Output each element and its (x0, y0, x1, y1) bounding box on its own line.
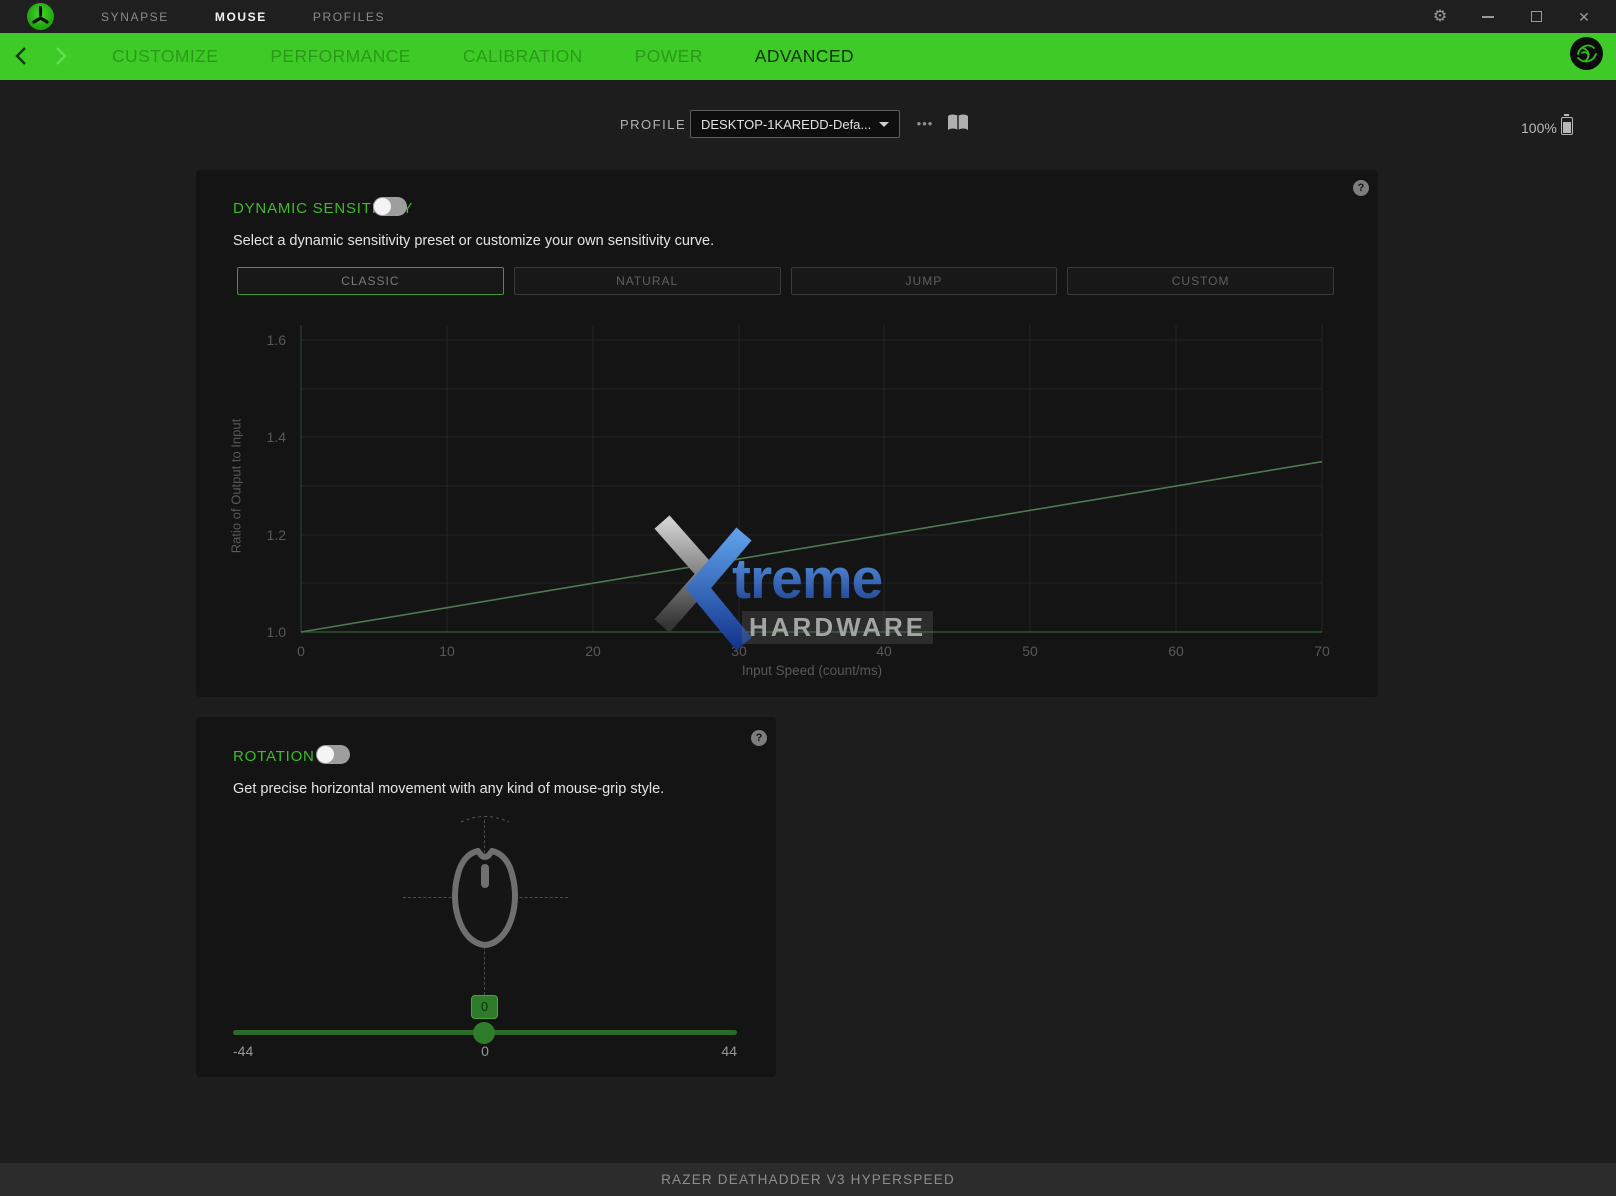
rotation-title: ROTATION (233, 748, 315, 765)
maximize-button[interactable] (1512, 0, 1560, 33)
tab-customize[interactable]: CUSTOMIZE (112, 46, 218, 67)
tab-performance[interactable]: PERFORMANCE (270, 46, 411, 67)
x-tick: 20 (573, 643, 613, 659)
tab-synapse[interactable]: SYNAPSE (101, 10, 169, 24)
rotation-value-badge: 0 (471, 995, 498, 1019)
battery-percent: 100% (1521, 120, 1557, 136)
y-axis-title: Ratio of Output to Input (229, 419, 244, 553)
y-tick: 1.4 (252, 429, 286, 445)
rotation-description: Get precise horizontal movement with any… (233, 781, 664, 797)
sensitivity-chart (196, 170, 1378, 697)
close-icon: ✕ (1578, 10, 1590, 24)
minimize-button[interactable] (1464, 0, 1512, 33)
tab-mouse[interactable]: MOUSE (215, 10, 267, 24)
mouse-top-view-icon (448, 841, 522, 953)
scroll-wheel-icon (481, 864, 489, 888)
slider-max-label: 44 (717, 1043, 737, 1059)
y-tick: 1.0 (252, 624, 286, 640)
device-name: RAZER DEATHADDER V3 HYPERSPEED (661, 1172, 955, 1187)
tab-power[interactable]: POWER (635, 46, 703, 67)
window-controls: ⚙ ✕ (1416, 0, 1608, 33)
maximize-icon (1531, 11, 1542, 22)
sensitivity-curve (301, 462, 1322, 632)
x-tick: 70 (1302, 643, 1342, 659)
gear-icon: ⚙ (1433, 9, 1447, 25)
slider-min-label: -44 (233, 1043, 253, 1059)
rotation-slider-thumb[interactable] (473, 1022, 495, 1044)
device-navbar: CUSTOMIZE PERFORMANCE CALIBRATION POWER … (0, 33, 1616, 80)
rotation-toggle[interactable] (316, 745, 350, 764)
mouse-section-tabs: CUSTOMIZE PERFORMANCE CALIBRATION POWER … (112, 33, 854, 80)
x-tick: 30 (719, 643, 759, 659)
profile-label: PROFILE (620, 117, 686, 132)
slider-center-label: 0 (474, 1043, 496, 1059)
help-icon[interactable]: ? (751, 730, 767, 746)
close-button[interactable]: ✕ (1560, 0, 1608, 33)
titlebar: SYNAPSE MOUSE PROFILES ⚙ ✕ (0, 0, 1616, 33)
razer-logo-icon[interactable] (27, 3, 54, 30)
device-status-bar: RAZER DEATHADDER V3 HYPERSPEED (0, 1163, 1616, 1196)
battery-icon (1561, 117, 1573, 135)
tab-profiles[interactable]: PROFILES (313, 10, 385, 24)
tab-advanced[interactable]: ADVANCED (755, 46, 854, 67)
y-tick: 1.6 (252, 332, 286, 348)
x-tick: 60 (1156, 643, 1196, 659)
profile-dropdown-value: DESKTOP-1KAREDD-Defa... (701, 117, 871, 132)
more-options-button[interactable]: ••• (908, 114, 942, 134)
settings-button[interactable]: ⚙ (1416, 0, 1464, 33)
rotation-panel: ? ROTATION Get precise horizontal moveme… (196, 717, 776, 1077)
rotation-arc-guide (459, 811, 511, 824)
minimize-icon (1482, 16, 1494, 18)
x-tick: 40 (864, 643, 904, 659)
dynamic-sensitivity-panel: ? DYNAMIC SENSITIVITY Select a dynamic s… (196, 170, 1378, 697)
y-tick: 1.2 (252, 527, 286, 543)
library-book-button[interactable] (946, 112, 970, 134)
x-axis-title: Input Speed (count/ms) (712, 663, 912, 678)
x-tick: 0 (281, 643, 321, 659)
tab-calibration[interactable]: CALIBRATION (463, 46, 583, 67)
x-tick: 10 (427, 643, 467, 659)
chevron-down-icon (879, 122, 889, 127)
x-tick: 50 (1010, 643, 1050, 659)
device-avatar-icon[interactable] (1570, 37, 1603, 70)
nav-forward-button[interactable] (46, 42, 74, 70)
profile-dropdown[interactable]: DESKTOP-1KAREDD-Defa... (690, 110, 900, 138)
app-tabs: SYNAPSE MOUSE PROFILES (101, 0, 385, 33)
nav-back-button[interactable] (8, 42, 36, 70)
